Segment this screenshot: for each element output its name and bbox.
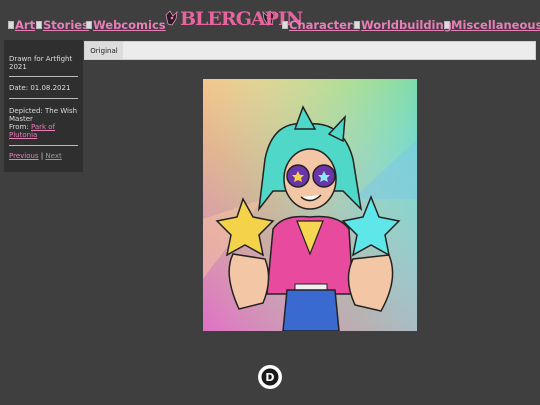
disqus-logo-icon: D <box>261 368 279 386</box>
from-label: From: <box>9 123 29 131</box>
divider <box>9 98 78 99</box>
broken-image-icon <box>444 21 450 29</box>
artwork-illustration <box>203 79 417 331</box>
divider <box>9 76 78 77</box>
logo-text: BLERGAPIN <box>180 8 303 30</box>
broken-image-icon <box>8 21 14 29</box>
nav-stories-link[interactable]: Stories <box>36 18 89 32</box>
top-navigation: Art Stories Webcomics BLERGAPIN Characte… <box>0 0 540 38</box>
broken-image-icon <box>354 21 360 29</box>
pagination: Previous | Next <box>9 152 78 160</box>
svg-text:D: D <box>265 371 274 384</box>
from-line: From: Park of Plutonia <box>9 123 78 139</box>
nav-miscellaneous-link[interactable]: Miscellaneous <box>444 18 540 32</box>
broken-image-icon <box>36 21 42 29</box>
nav-worldbuilding-link[interactable]: Worldbuilding <box>354 18 452 32</box>
info-sidebar: Drawn for Artfight 2021 Date: 01.08.2021… <box>4 40 83 172</box>
next-link[interactable]: Next <box>45 152 61 160</box>
pagination-separator: | <box>40 152 44 160</box>
site-logo[interactable]: BLERGAPIN <box>163 7 303 31</box>
nav-art-link[interactable]: Art <box>8 18 35 32</box>
broken-image-icon <box>282 21 288 29</box>
artwork-title: Drawn for Artfight 2021 <box>9 55 73 71</box>
disqus-logo[interactable]: D <box>258 365 282 389</box>
divider <box>9 145 78 146</box>
broken-image-icon <box>86 21 92 29</box>
previous-link[interactable]: Previous <box>9 152 39 160</box>
image-tab-bar: Original <box>84 41 536 60</box>
nav-characters-link[interactable]: Characters <box>282 18 359 32</box>
tab-original[interactable]: Original <box>85 42 123 59</box>
nav-webcomics-link[interactable]: Webcomics <box>86 18 166 32</box>
artwork-image[interactable] <box>203 79 417 331</box>
artwork-date: Date: 01.08.2021 <box>9 84 71 92</box>
depicted-text: Depicted: The Wish Master <box>9 107 78 123</box>
